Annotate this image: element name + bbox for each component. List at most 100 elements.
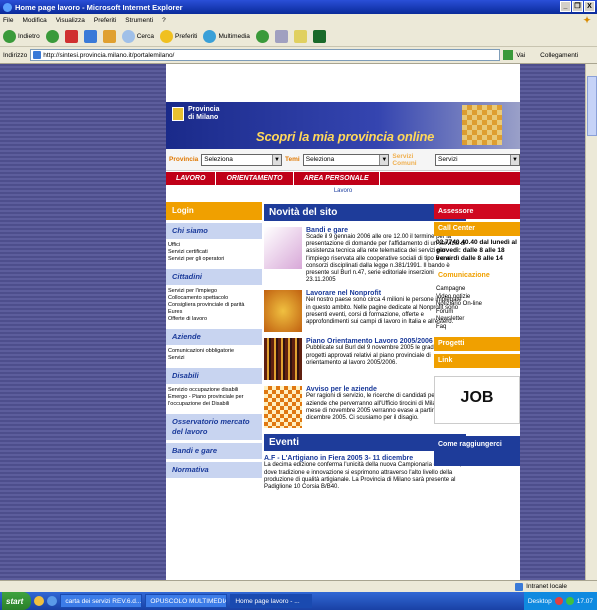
section-bandi-gare[interactable]: Bandi e gare (166, 443, 262, 459)
menu-visualizza[interactable]: Visualizza (56, 17, 85, 24)
section-chi-siamo[interactable]: Chi siamo (166, 223, 262, 239)
breadcrumb[interactable]: Lavoro (166, 188, 520, 194)
menu-preferiti[interactable]: Preferiti (94, 17, 116, 24)
sidebar-item[interactable]: Eures (166, 309, 262, 316)
menu-modifica[interactable]: Modifica (22, 17, 46, 24)
forward-button[interactable] (45, 30, 59, 43)
close-button[interactable]: X (584, 1, 595, 12)
link-newsletter[interactable]: Newsletter (436, 316, 518, 324)
link-notiziario[interactable]: Notiziario On-line (436, 301, 518, 309)
stop-button[interactable] (64, 30, 78, 43)
media-button[interactable]: Multimedia (203, 30, 250, 43)
servizi-select[interactable]: Servizi ▼ (435, 153, 520, 166)
intranet-icon (515, 582, 524, 591)
window-title: Home page lavoro - Microsoft Internet Ex… (15, 2, 183, 12)
servizi-comuni-label: Servizi Comuni (392, 152, 417, 167)
taskbar-item-active[interactable]: Home page lavoro - ... (230, 594, 313, 608)
go-button[interactable]: Vai (516, 52, 525, 59)
folder-button[interactable] (293, 30, 307, 43)
tray-icon[interactable] (565, 597, 574, 605)
sidebar-item[interactable]: Servizi certificati (166, 249, 262, 256)
window-titlebar: Home page lavoro - Microsoft Internet Ex… (0, 0, 597, 14)
sidebar-item[interactable]: Consigliera provinciale di parità (166, 302, 262, 309)
link-section[interactable]: Link (434, 354, 520, 368)
links-button[interactable]: Collegamenti (540, 52, 578, 59)
quicklaunch-desktop-icon[interactable] (47, 596, 58, 606)
section-cittadini[interactable]: Cittadini (166, 269, 262, 285)
section-osservatorio[interactable]: Osservatorio mercato del lavoro (166, 414, 262, 440)
sidebar-item[interactable]: Servizi per l'impiego (166, 288, 262, 295)
temi-select[interactable]: Seleziona ▼ (302, 153, 390, 166)
scrollbar-thumb[interactable] (587, 76, 597, 136)
back-button[interactable]: Indietro (3, 30, 40, 43)
taskbar: start carta dei servizi REV.6.d... OPUSC… (0, 592, 597, 610)
address-field[interactable]: http://sintesi.provincia.milano.it/porta… (30, 49, 501, 61)
page-icon (33, 51, 42, 59)
vertical-scrollbar[interactable] (585, 64, 597, 580)
minimize-button[interactable]: _ (560, 1, 571, 12)
news-image (264, 386, 302, 429)
home-button[interactable] (102, 30, 116, 43)
security-zone: Intranet locale (526, 583, 567, 590)
call-center-heading: Call Center (434, 222, 520, 236)
section-normativa[interactable]: Normativa (166, 462, 262, 478)
web-page: Provincia di Milano Scopri la mia provinc… (166, 64, 520, 580)
site-slogan: Scopri la mia provincia online (256, 129, 435, 144)
favorites-button[interactable]: Preferiti (160, 30, 197, 43)
menu-strumenti[interactable]: Strumenti (125, 17, 153, 24)
banner-tiles-graphic (462, 105, 502, 145)
maximize-button[interactable]: ❐ (572, 1, 583, 12)
section-disabili[interactable]: Disabili (166, 368, 262, 384)
nav-orientamento[interactable]: ORIENTAMENTO (216, 172, 294, 185)
sidebar-item[interactable]: Emergo - Piano provinciale per l'occupaz… (166, 394, 262, 408)
address-label: Indirizzo (3, 51, 28, 59)
taskbar-item[interactable]: carta dei servizi REV.6.d... (60, 594, 143, 608)
chevron-down-icon: ▼ (272, 154, 282, 165)
nav-lavoro[interactable]: LAVORO (166, 172, 217, 185)
quicklaunch-ie-icon[interactable] (34, 596, 45, 606)
sidebar-item[interactable]: Servizio occupazione disabili (166, 387, 262, 394)
link-forum[interactable]: Forum (436, 309, 518, 317)
menu-file[interactable]: File (3, 17, 13, 24)
link-video-notizie[interactable]: Video notizie (436, 294, 518, 302)
assessore-link[interactable]: Assessore (434, 204, 520, 219)
link-faq[interactable]: Faq (436, 324, 518, 332)
taskbar-item[interactable]: OPUSCOLO MULTIMEDIA... (145, 594, 228, 608)
start-button[interactable]: start (2, 592, 32, 610)
progetti-link[interactable]: Progetti (434, 337, 520, 351)
ie-icon (3, 2, 12, 12)
sidebar-item[interactable]: Collocamento spettacolo (166, 295, 262, 302)
media-icon (203, 30, 217, 43)
provincia-select[interactable]: Seleziona ▼ (201, 153, 283, 166)
link-campagne[interactable]: Campagne (436, 286, 518, 294)
windows-logo-icon: ✦ (579, 15, 595, 27)
messenger-button[interactable] (312, 30, 326, 43)
sidebar-item[interactable]: Servizi (166, 355, 262, 362)
back-arrow-icon (3, 30, 16, 43)
sidebar-item[interactable]: Uffici (166, 242, 262, 249)
mail-button[interactable] (274, 30, 288, 43)
sidebar-item[interactable]: Offerte di lavoro (166, 316, 262, 323)
section-aziende[interactable]: Aziende (166, 329, 262, 345)
left-sidebar: Login Chi siamo Uffici Servizi certifica… (166, 202, 262, 580)
site-logo[interactable]: Provincia di Milano (188, 106, 220, 122)
sidebar-item[interactable]: Comunicazioni obbligatorie (166, 348, 262, 355)
refresh-button[interactable] (83, 30, 97, 43)
search-button[interactable]: Cerca (121, 30, 154, 43)
sidebar-item[interactable]: Servizi per gli operatori (166, 256, 262, 263)
menu-help[interactable]: ? (162, 17, 166, 24)
status-bar: Intranet locale (0, 580, 597, 592)
address-bar: Indirizzo http://sintesi.provincia.milan… (0, 47, 597, 64)
history-button[interactable] (255, 30, 269, 43)
nav-area-personale[interactable]: AREA PERSONALE (294, 172, 380, 185)
right-sidebar: Assessore Call Center 02.7740.40.40 dal … (434, 204, 520, 580)
temi-label: Temi (285, 156, 300, 163)
come-raggiungerci-link[interactable]: Come raggiungerci (434, 436, 520, 466)
tray-icon[interactable] (554, 597, 563, 605)
go-icon[interactable] (503, 50, 514, 60)
login-link[interactable]: Login (166, 202, 262, 220)
desktop-toolbar[interactable]: Desktop (528, 598, 552, 605)
chevron-down-icon: ▼ (379, 154, 389, 165)
provincia-label: Provincia (169, 156, 199, 163)
job-logo[interactable]: JOB (434, 376, 520, 424)
